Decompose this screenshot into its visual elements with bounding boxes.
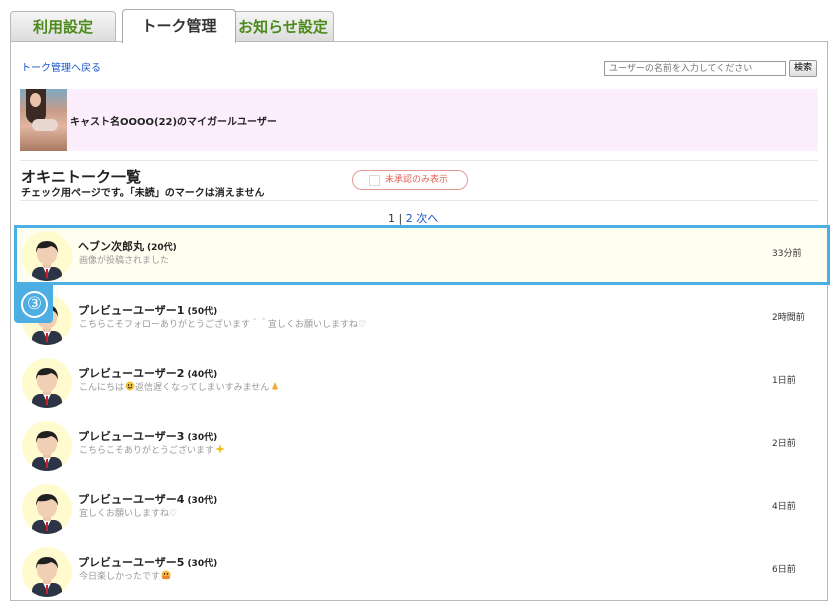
filter-label: 未承認のみ表示 <box>385 175 449 185</box>
user-age: (20代) <box>147 243 177 253</box>
search-button[interactable]: 検索 <box>789 60 817 77</box>
sparkle-emoji-icon <box>215 444 226 454</box>
tab-talk-management[interactable]: トーク管理 <box>122 9 236 43</box>
cast-banner: キャスト名OOOO(22)のマイガールユーザー <box>20 89 818 151</box>
message-time: 33分前 <box>772 249 802 259</box>
tab-usage-settings[interactable]: 利用設定 <box>10 11 116 41</box>
talk-list-item[interactable]: プレビューユーザー5 (30代) 今日楽しかったです 6日前 <box>20 542 818 602</box>
tab-notification-settings[interactable]: お知らせ設定 <box>232 11 334 41</box>
user-search-input[interactable] <box>604 61 786 76</box>
talk-list-item[interactable]: プレビューユーザー3 (30代) こちらこそありがとうございます 2日前 <box>20 416 818 476</box>
page-2-link[interactable]: 2 <box>406 212 413 225</box>
user-avatar[interactable] <box>22 231 72 281</box>
pray-emoji-icon <box>270 381 280 391</box>
user-age: (30代) <box>187 559 218 569</box>
user-age: (30代) <box>187 496 218 506</box>
user-avatar[interactable] <box>22 358 72 408</box>
user-age: (30代) <box>187 433 218 443</box>
hug-emoji-icon <box>161 570 171 580</box>
user-name[interactable]: プレビューユーザー1 (50代) <box>78 302 217 318</box>
user-avatar-icon <box>32 368 62 408</box>
user-age: (50代) <box>187 307 218 317</box>
user-name[interactable]: プレビューユーザー4 (30代) <box>78 491 217 507</box>
message-time: 4日前 <box>772 502 796 512</box>
user-name[interactable]: プレビューユーザー2 (40代) <box>78 365 217 381</box>
user-name[interactable]: ヘブン次郎丸 (20代) <box>78 238 177 254</box>
message-time: 1日前 <box>772 376 796 386</box>
user-avatar-icon <box>32 557 62 597</box>
user-avatar-icon <box>32 241 62 281</box>
step-number: ③ <box>21 291 48 318</box>
cast-banner-text: キャスト名OOOO(22)のマイガールユーザー <box>70 117 277 128</box>
user-avatar[interactable] <box>22 547 72 597</box>
list-subtitle: チェック用ページです。「未読」のマークは消えません <box>21 188 265 199</box>
user-avatar-icon <box>32 494 62 534</box>
last-message: 今日楽しかったです <box>79 569 171 582</box>
user-avatar-icon <box>32 431 62 471</box>
smile-emoji-icon <box>125 381 135 391</box>
user-name[interactable]: プレビューユーザー3 (30代) <box>78 428 217 444</box>
next-page-link[interactable]: 次へ <box>416 212 438 225</box>
user-avatar[interactable] <box>22 484 72 534</box>
unapproved-only-filter[interactable]: 未承認のみ表示 <box>352 170 468 190</box>
message-time: 2時間前 <box>772 313 805 323</box>
cast-photo <box>20 89 67 151</box>
last-message: こちらこそありがとうございます <box>79 443 226 456</box>
talk-list-item[interactable]: プレビューユーザー1 (50代) こちらこそフォローありがとうございます＾＾宜しく… <box>20 290 818 350</box>
last-message: 画像が投稿されました <box>79 256 170 266</box>
divider <box>20 200 818 201</box>
step-badge: ③ <box>14 285 53 323</box>
page-current: 1 <box>388 212 395 225</box>
user-name[interactable]: プレビューユーザー5 (30代) <box>78 554 217 570</box>
back-to-talk-management-link[interactable]: トーク管理へ戻る <box>21 59 101 74</box>
user-avatar[interactable] <box>22 421 72 471</box>
talk-list-item[interactable]: プレビューユーザー2 (40代) こんにちは 返信遅くなってしまいすみません 1日前 <box>20 353 818 413</box>
message-time: 2日前 <box>772 439 796 449</box>
user-age: (40代) <box>187 370 218 380</box>
last-message: こちらこそフォローありがとうございます＾＾宜しくお願いしますね♡ <box>79 320 367 330</box>
page-separator: | <box>398 212 403 225</box>
filter-checkbox[interactable] <box>369 175 380 186</box>
divider <box>20 160 818 161</box>
talk-list-item[interactable]: ヘブン次郎丸 (20代) 画像が投稿されました 33分前 <box>20 226 818 286</box>
last-message: 宜しくお願いしますね♡ <box>79 509 178 519</box>
talk-list-item[interactable]: プレビューユーザー4 (30代) 宜しくお願いしますね♡ 4日前 <box>20 479 818 539</box>
last-message: こんにちは 返信遅くなってしまいすみません <box>79 380 280 393</box>
message-time: 6日前 <box>772 565 796 575</box>
pagination: 1 | 2 次へ <box>388 210 438 226</box>
